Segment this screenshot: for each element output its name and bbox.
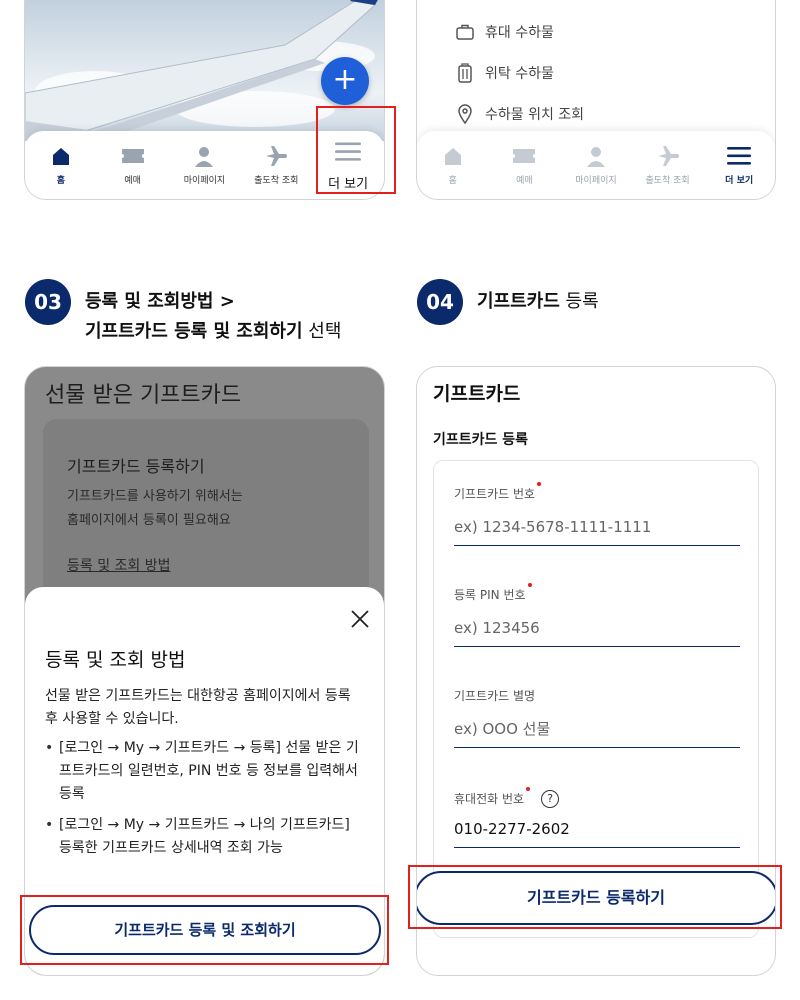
carry-on-bag-icon bbox=[455, 22, 475, 42]
ticket-icon bbox=[511, 145, 537, 167]
tab-booking[interactable]: 예매 bbox=[489, 131, 561, 199]
home-icon bbox=[48, 145, 74, 167]
step-line1: 등록 및 조회방법 > bbox=[85, 291, 235, 312]
pin-number-input[interactable]: ex) 123456 bbox=[454, 617, 740, 647]
sheet-intro: 선물 받은 기프트카드는 대한항공 홈페이지에서 등록 후 사용할 수 있습니다… bbox=[45, 688, 351, 727]
tab-label: 마이페이지 bbox=[183, 176, 226, 186]
pin-number-field: 등록 PIN 번호 ex) 123456 bbox=[454, 583, 740, 647]
tab-home[interactable]: 홈 bbox=[417, 131, 489, 199]
phone-number-field: 휴대전화 번호 ? 010-2277-2602 bbox=[454, 787, 740, 848]
phone-number-input[interactable]: 010-2277-2602 bbox=[454, 818, 740, 848]
page-title: 기프트카드 bbox=[433, 383, 521, 405]
tab-flight-status[interactable]: 출도착 조회 bbox=[632, 131, 704, 199]
menu-item-label: 위탁 수하물 bbox=[485, 65, 554, 82]
tab-label: 출도착 조회 bbox=[645, 176, 690, 186]
card-description: 기프트카드를 사용하기 위해서는 홈페이지에서 등록이 필요해요 bbox=[67, 485, 357, 533]
gift-card-nickname-field: 기프트카드 별명 ex) OOO 선물 bbox=[454, 685, 740, 748]
tab-label: 홈 bbox=[56, 176, 66, 186]
step-description: 등록 및 조회방법 > 기프트카드 등록 및 조회하기 선택 bbox=[85, 279, 341, 347]
list-item: [로그인 → My → 기프트카드 → 나의 기프트카드] 등록한 기프트카드 … bbox=[45, 814, 365, 860]
home-icon bbox=[440, 145, 466, 167]
required-indicator bbox=[526, 787, 531, 791]
list-item: [로그인 → My → 기프트카드 → 등록] 선물 받은 기프트카드의 일련번… bbox=[45, 737, 365, 806]
airplane-icon bbox=[263, 145, 289, 167]
gift-card-register-card: 기프트카드 등록하기 기프트카드를 사용하기 위해서는 홈페이지에서 등록이 필… bbox=[43, 419, 369, 609]
step-number-badge: 03 bbox=[25, 279, 71, 325]
card-title: 기프트카드 등록하기 bbox=[67, 457, 205, 476]
menu-item-carry-on[interactable]: 휴대 수하물 bbox=[455, 11, 584, 52]
menu-item-label: 수하물 위치 조회 bbox=[485, 106, 585, 123]
tab-mypage[interactable]: 마이페이지 bbox=[560, 131, 632, 199]
ticket-icon bbox=[120, 145, 146, 167]
step-line2-rest: 선택 bbox=[302, 321, 342, 342]
gift-card-nickname-input[interactable]: ex) OOO 선물 bbox=[454, 718, 740, 748]
step-description: 기프트카드 등록 bbox=[477, 279, 599, 317]
highlight-register-button bbox=[408, 865, 782, 929]
step-04-heading: 04 기프트카드 등록 bbox=[417, 279, 599, 325]
close-icon[interactable] bbox=[348, 607, 372, 631]
baggage-menu-list: 휴대 수하물 위탁 수하물 수하물 위치 조회 bbox=[455, 11, 584, 134]
required-indicator bbox=[527, 583, 532, 587]
menu-item-label: 휴대 수하물 bbox=[485, 24, 554, 41]
bottom-tab-bar: 홈 예매 마이페이지 출도착 조회 더 보기 bbox=[417, 131, 775, 199]
tab-label: 더 보기 bbox=[725, 176, 754, 186]
luggage-icon bbox=[455, 62, 475, 83]
tab-label: 예매 bbox=[124, 176, 141, 186]
step-bold: 기프트카드 bbox=[477, 291, 560, 312]
sheet-title: 등록 및 조회 방법 bbox=[45, 649, 186, 671]
tab-home[interactable]: 홈 bbox=[25, 131, 97, 199]
step-line2-bold: 기프트카드 등록 및 조회하기 bbox=[85, 321, 303, 342]
tab-label: 홈 bbox=[448, 176, 457, 186]
menu-icon bbox=[726, 145, 752, 167]
highlight-register-lookup-button bbox=[20, 895, 389, 965]
field-label: 등록 PIN 번호 bbox=[454, 583, 532, 603]
card-desc-line: 기프트카드를 사용하기 위해서는 bbox=[67, 489, 243, 504]
page-title: 선물 받은 기프트카드 bbox=[45, 383, 242, 408]
person-icon bbox=[191, 145, 217, 167]
step-rest: 등록 bbox=[559, 291, 599, 312]
section-title: 기프트카드 등록 bbox=[433, 432, 529, 448]
tab-label: 출도착 조회 bbox=[254, 176, 299, 186]
tab-mypage[interactable]: 마이페이지 bbox=[169, 131, 241, 199]
add-button[interactable]: + bbox=[321, 57, 369, 105]
gift-card-number-field: 기프트카드 번호 ex) 1234-5678-1111-1111 bbox=[454, 482, 740, 546]
tab-booking[interactable]: 예매 bbox=[97, 131, 169, 199]
menu-item-checked-baggage[interactable]: 위탁 수하물 bbox=[455, 52, 584, 93]
how-to-register-link[interactable]: 등록 및 조회 방법 bbox=[67, 555, 171, 575]
menu-item-baggage-tracking[interactable]: 수하물 위치 조회 bbox=[455, 93, 584, 134]
tab-label: 마이페이지 bbox=[575, 176, 617, 186]
step-03-heading: 03 등록 및 조회방법 > 기프트카드 등록 및 조회하기 선택 bbox=[25, 279, 341, 347]
tab-flight-status[interactable]: 출도착 조회 bbox=[240, 131, 312, 199]
required-indicator bbox=[537, 482, 542, 486]
phone-screen-gift-card-sheet: 선물 받은 기프트카드 기프트카드 등록하기 기프트카드를 사용하기 위해서는 … bbox=[24, 366, 385, 976]
field-label: 기프트카드 번호 bbox=[454, 482, 542, 502]
location-pin-icon bbox=[455, 103, 475, 124]
gift-card-number-input[interactable]: ex) 1234-5678-1111-1111 bbox=[454, 516, 740, 546]
field-label: 기프트카드 별명 bbox=[454, 689, 536, 703]
step-number-badge: 04 bbox=[417, 279, 463, 325]
tab-more[interactable]: 더 보기 bbox=[703, 131, 775, 199]
tab-label: 예매 bbox=[516, 176, 533, 186]
person-icon bbox=[583, 145, 609, 167]
card-desc-line: 홈페이지에서 등록이 필요해요 bbox=[67, 513, 231, 528]
airplane-icon bbox=[655, 145, 681, 167]
help-icon[interactable]: ? bbox=[541, 789, 560, 808]
phone-screen-more-menu: 휴대 수하물 위탁 수하물 수하물 위치 조회 홈 예매 마이페이지 출도착 조… bbox=[416, 0, 776, 200]
instruction-list: [로그인 → My → 기프트카드 → 등록] 선물 받은 기프트카드의 일련번… bbox=[45, 737, 365, 868]
highlight-more-button bbox=[316, 106, 396, 194]
field-label: 휴대전화 번호 bbox=[454, 787, 531, 807]
